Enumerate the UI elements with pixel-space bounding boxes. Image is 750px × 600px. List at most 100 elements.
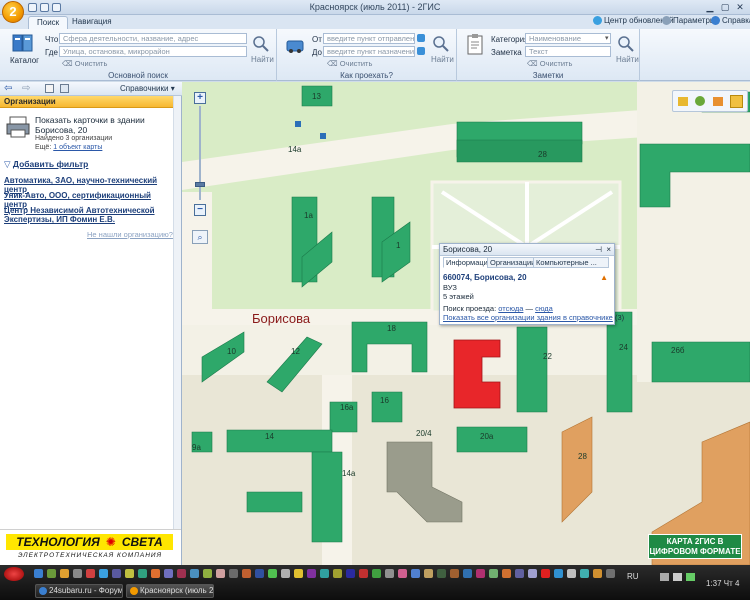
close-button[interactable]: ✕	[733, 2, 747, 13]
taskbar-app-icon[interactable]	[437, 569, 446, 578]
map-object-link[interactable]: 1 объект карты	[53, 144, 102, 151]
taskbar-app-icon[interactable]	[190, 569, 199, 578]
taskbar-app-icon[interactable]	[606, 569, 615, 578]
save-icon[interactable]	[60, 84, 69, 93]
route-search-icon[interactable]	[432, 35, 450, 53]
quick-access-menu-icon[interactable]	[52, 3, 61, 12]
show-all-orgs-link[interactable]: Показать все организации здания в справо…	[443, 313, 613, 322]
taskbar-app-icon[interactable]	[138, 569, 147, 578]
quick-access-back-icon[interactable]	[28, 3, 37, 12]
taskbar-app-icon[interactable]	[216, 569, 225, 578]
popup-close-icon[interactable]: ×	[606, 244, 611, 255]
popup-tab-computer[interactable]: Компьютерные ...	[533, 257, 609, 268]
zoom-out-button[interactable]: −	[194, 204, 206, 216]
taskbar-app-icon[interactable]	[593, 569, 602, 578]
catalog-icon[interactable]	[12, 33, 34, 53]
settings-link[interactable]: Параметры	[662, 16, 716, 25]
app-logo-icon[interactable]: 2	[2, 1, 24, 23]
print-icon[interactable]	[45, 84, 54, 93]
taskbar-app-icon[interactable]	[580, 569, 589, 578]
zoom-slider[interactable]: + −	[194, 92, 206, 216]
basic-find-button[interactable]: Найти	[251, 55, 274, 64]
start-button[interactable]	[4, 567, 24, 581]
what-input[interactable]: Сфера деятельности, название, адрес	[59, 33, 247, 44]
task-forum[interactable]: 24subaru.ru - Форум ...	[35, 584, 123, 598]
warning-icon[interactable]: ▲	[600, 273, 608, 282]
building-card[interactable]: Показать карточки в здании Борисова, 20 …	[4, 114, 178, 152]
category-dropdown-icon[interactable]: ▾	[605, 34, 609, 42]
taskbar-app-icon[interactable]	[203, 569, 212, 578]
route-from-here-link[interactable]: отсюда	[498, 304, 523, 313]
taskbar-app-icon[interactable]	[489, 569, 498, 578]
taskbar-app-icon[interactable]	[242, 569, 251, 578]
taskbar-app-icon[interactable]	[125, 569, 134, 578]
taskbar-app-icon[interactable]	[268, 569, 277, 578]
taskbar-app-icon[interactable]	[502, 569, 511, 578]
bookmark-icon[interactable]	[730, 95, 743, 108]
taskbar-app-icon[interactable]	[385, 569, 394, 578]
category-select[interactable]: Наименование	[525, 33, 611, 44]
taskbar-app-icon[interactable]	[320, 569, 329, 578]
magnifier-icon[interactable]: ⌕	[192, 230, 208, 244]
tray-icon[interactable]	[686, 573, 695, 581]
route-clear-button[interactable]: ⌫ Очистить	[327, 59, 372, 68]
notes-search-icon[interactable]	[617, 35, 635, 53]
globe-icon[interactable]	[695, 96, 705, 106]
left-panel-scrollbar[interactable]	[173, 96, 181, 565]
taskbar-app-icon[interactable]	[294, 569, 303, 578]
bus-stop-icon[interactable]	[295, 121, 301, 127]
from-input[interactable]: введите пункт отправления	[323, 33, 415, 44]
zoom-thumb[interactable]	[195, 182, 205, 187]
directories-menu[interactable]: Справочники ▾	[120, 84, 175, 93]
to-pick-icon[interactable]	[417, 47, 425, 55]
back-arrow-icon[interactable]: ⇦	[4, 83, 12, 94]
taskbar-app-icon[interactable]	[450, 569, 459, 578]
taskbar-app-icon[interactable]	[359, 569, 368, 578]
volume-icon[interactable]	[673, 573, 682, 581]
not-found-link[interactable]: Не нашли организацию?	[87, 230, 173, 239]
taskbar-app-icon[interactable]	[476, 569, 485, 578]
language-indicator[interactable]: RU	[627, 572, 639, 581]
route-to-here-link[interactable]: сюда	[535, 304, 553, 313]
ruler-icon[interactable]	[678, 97, 688, 106]
taskbar-app-icon[interactable]	[528, 569, 537, 578]
taskbar-app-icon[interactable]	[112, 569, 121, 578]
digital-map-promo[interactable]: КАРТА 2ГИС В ЦИФРОВОМ ФОРМАТЕ	[648, 534, 742, 559]
popup-tab-orgs[interactable]: Организации	[487, 257, 539, 268]
tab-navigation[interactable]: Навигация	[64, 16, 120, 29]
taskbar-app-icon[interactable]	[151, 569, 160, 578]
tab-search[interactable]: Поиск	[28, 16, 69, 29]
network-icon[interactable]	[660, 573, 669, 581]
route-find-button[interactable]: Найти	[431, 55, 454, 64]
taskbar-app-icon[interactable]	[307, 569, 316, 578]
from-pick-icon[interactable]	[417, 34, 425, 42]
notes-find-button[interactable]: Найти	[616, 55, 639, 64]
taskbar-app-icon[interactable]	[229, 569, 238, 578]
taskbar-app-icon[interactable]	[333, 569, 342, 578]
help-link[interactable]: Справка	[711, 16, 750, 25]
taskbar-app-icon[interactable]	[398, 569, 407, 578]
taskbar-app-icon[interactable]	[346, 569, 355, 578]
taskbar-app-icon[interactable]	[73, 569, 82, 578]
where-input[interactable]: Улица, остановка, микрорайон	[59, 46, 247, 57]
note-input[interactable]: Текст	[525, 46, 611, 57]
taskbar-app-icon[interactable]	[515, 569, 524, 578]
taskbar-ie-icon[interactable]	[34, 569, 43, 578]
taskbar-app-icon[interactable]	[47, 569, 56, 578]
basic-clear-button[interactable]: ⌫ Очистить	[62, 59, 107, 68]
taskbar-app-icon[interactable]	[86, 569, 95, 578]
taskbar-app-icon[interactable]	[177, 569, 186, 578]
taskbar-app-icon[interactable]	[411, 569, 420, 578]
taskbar-app-icon[interactable]	[567, 569, 576, 578]
org-item-3[interactable]: Центр Независимой Автотехнической Экспер…	[4, 206, 176, 224]
quick-access-forward-icon[interactable]	[40, 3, 49, 12]
add-filter-button[interactable]: ▽ Добавить фильтр	[4, 159, 88, 170]
taskbar-app-icon[interactable]	[554, 569, 563, 578]
taskbar-app-icon[interactable]	[281, 569, 290, 578]
catalog-label[interactable]: Каталог	[10, 56, 39, 65]
taskbar-app-icon[interactable]	[99, 569, 108, 578]
maximize-button[interactable]: ▢	[718, 2, 732, 13]
layers-icon[interactable]	[713, 97, 723, 106]
bus-stop-icon[interactable]	[320, 133, 326, 139]
taskbar-app-icon[interactable]	[164, 569, 173, 578]
